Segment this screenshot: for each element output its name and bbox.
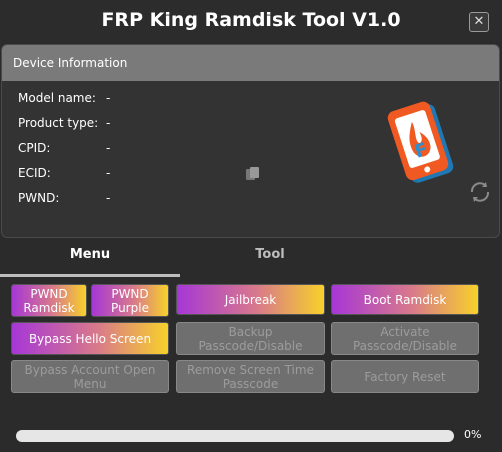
factory-reset-button[interactable]: Factory Reset [331, 360, 479, 393]
info-value: - [106, 191, 111, 205]
tab-menu[interactable]: Menu [0, 240, 180, 277]
close-button[interactable]: ✕ [469, 12, 489, 32]
info-value: - [106, 141, 111, 155]
info-label: PWND: [18, 191, 60, 205]
bypass-account-menu-button[interactable]: Bypass Account Open Menu [11, 360, 169, 393]
remove-screen-time-button[interactable]: Remove Screen Time Passcode [176, 360, 325, 393]
pwnd-purple-button[interactable]: PWND Purple [91, 284, 169, 317]
app-logo: F [387, 101, 454, 183]
tab-tool[interactable]: Tool [180, 240, 360, 274]
boot-ramdisk-button[interactable]: Boot Ramdisk [331, 284, 479, 315]
info-value: - [106, 166, 111, 180]
pwnd-ramdisk-button[interactable]: PWND Ramdisk [11, 284, 87, 317]
info-row-cpid: CPID: - [18, 141, 110, 157]
info-row-product-type: Product type: - [18, 116, 110, 132]
info-label: Product type: [18, 116, 99, 130]
info-value: - [106, 116, 111, 130]
info-value: - [106, 91, 111, 105]
info-label: CPID: [18, 141, 51, 155]
info-row-ecid: ECID: - [18, 166, 110, 182]
device-info-panel: Device Information Model name: - Product … [1, 44, 500, 238]
jailbreak-button[interactable]: Jailbreak [176, 284, 325, 315]
title-bar: FRP King Ramdisk Tool V1.0 ✕ [0, 0, 502, 42]
progress-bar [16, 430, 454, 442]
info-label: Model name: [18, 91, 96, 105]
progress-percent: 0% [464, 428, 482, 441]
info-row-model: Model name: - [18, 91, 110, 107]
copy-icon[interactable] [245, 166, 261, 182]
device-info-header: Device Information [2, 45, 499, 81]
tab-bar: Menu Tool [0, 240, 502, 277]
close-icon: ✕ [473, 14, 485, 29]
refresh-icon[interactable] [467, 179, 493, 205]
backup-passcode-button[interactable]: Backup Passcode/Disable [176, 322, 325, 355]
info-label: ECID: [18, 166, 51, 180]
info-row-pwnd: PWND: - [18, 191, 110, 207]
activate-passcode-button[interactable]: Activate Passcode/Disable [331, 322, 479, 355]
window-title: FRP King Ramdisk Tool V1.0 [101, 9, 401, 31]
bypass-hello-screen-button[interactable]: Bypass Hello Screen [11, 322, 169, 355]
